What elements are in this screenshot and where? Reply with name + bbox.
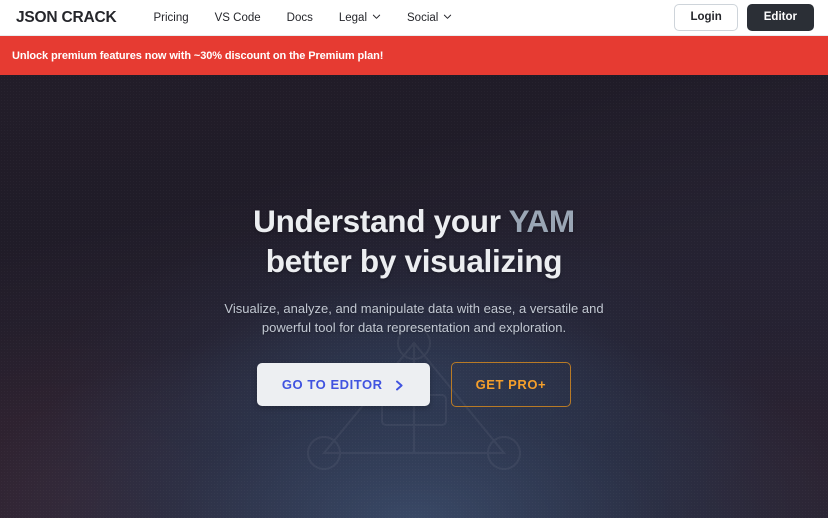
header-actions: Login Editor [674, 3, 814, 32]
promo-banner-text: Unlock premium features now with ~30% di… [12, 49, 384, 62]
chevron-down-icon [443, 12, 452, 21]
nav-item-pricing[interactable]: Pricing [140, 7, 201, 29]
site-logo[interactable]: JSON CRACK [16, 9, 117, 27]
site-header: JSON CRACK Pricing VS Code Docs Legal So… [0, 0, 828, 36]
nav-item-label: Pricing [153, 11, 189, 24]
hero-section: Understand your YAM better by visualizin… [0, 75, 828, 518]
chevron-down-icon [372, 12, 381, 21]
editor-button[interactable]: Editor [746, 3, 814, 32]
nav-item-vs-code[interactable]: VS Code [202, 7, 274, 29]
headline-prefix: Understand your [253, 203, 509, 239]
chevron-right-icon [394, 379, 405, 391]
hero-cta-row: GO TO EDITOR GET PRO+ [256, 362, 572, 408]
hero-subtitle: Visualize, analyze, and manipulate data … [224, 300, 604, 335]
headline-line-2: better by visualizing [265, 243, 563, 280]
nav-item-label: VS Code [214, 11, 261, 24]
main-nav: Pricing VS Code Docs Legal Social [140, 7, 465, 29]
hero-content: Understand your YAM better by visualizin… [0, 75, 828, 518]
go-to-editor-label: GO TO EDITOR [281, 377, 383, 393]
hero-headline: Understand your YAM better by visualizin… [253, 201, 575, 282]
get-pro-button[interactable]: GET PRO+ [450, 362, 572, 408]
nav-item-legal[interactable]: Legal [326, 7, 394, 29]
nav-item-label: Legal [338, 11, 368, 24]
promo-banner[interactable]: Unlock premium features now with ~30% di… [0, 36, 828, 75]
nav-item-docs[interactable]: Docs [274, 7, 326, 29]
go-to-editor-button[interactable]: GO TO EDITOR [256, 363, 430, 407]
nav-item-label: Docs [286, 11, 313, 24]
headline-dynamic-word: YAM [508, 203, 576, 239]
login-button[interactable]: Login [674, 3, 738, 32]
nav-item-social[interactable]: Social [394, 7, 465, 29]
nav-item-label: Social [407, 11, 439, 24]
landing-page: JSON CRACK Pricing VS Code Docs Legal So… [0, 0, 828, 518]
